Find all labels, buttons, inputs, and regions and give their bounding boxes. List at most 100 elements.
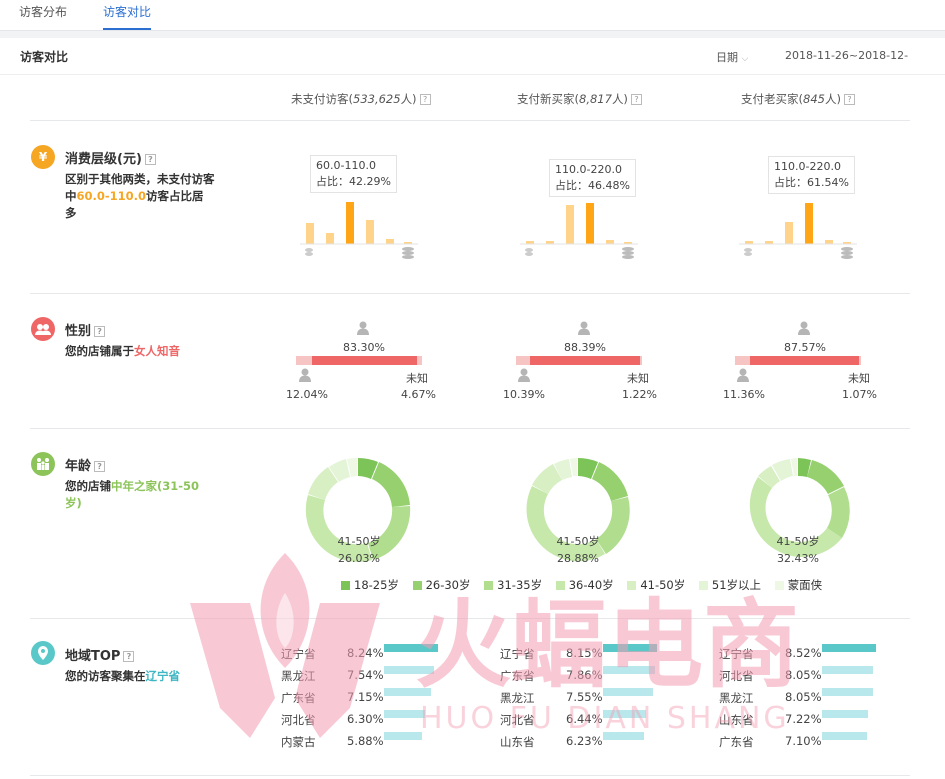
desc-highlight: 辽宁省 xyxy=(145,669,181,683)
tooltip-ratio: 占比：46.48% xyxy=(555,179,630,192)
bar xyxy=(566,205,574,244)
male-icon xyxy=(299,368,311,382)
help-icon[interactable]: ? xyxy=(843,94,855,105)
region-value: 7.15% xyxy=(347,690,384,704)
region-bar xyxy=(603,688,653,696)
divider xyxy=(30,428,910,429)
region-row: 河北省 6.44% xyxy=(500,712,603,728)
gender-bar xyxy=(735,356,861,365)
region-bar xyxy=(603,710,646,718)
date-selector[interactable]: 日期 ⌵ xyxy=(716,49,748,65)
legend-item[interactable]: 36-40岁 xyxy=(555,577,614,593)
region-bar xyxy=(822,710,868,718)
donut-center-label: 41-50岁 xyxy=(337,535,381,548)
female-percent: 87.57% xyxy=(784,341,826,354)
legend-swatch xyxy=(341,581,350,590)
gender-bar-female xyxy=(312,356,417,365)
legend-label: 51岁以上 xyxy=(711,578,762,592)
tab-bar: 访客分布 访客对比 xyxy=(0,0,945,31)
donut-slice xyxy=(596,497,630,554)
region-value: 8.15% xyxy=(566,646,603,660)
family-glyph xyxy=(37,458,49,470)
legend-label: 41-50岁 xyxy=(640,578,686,592)
region-row: 内蒙古 5.88% xyxy=(281,734,384,750)
legend-item[interactable]: 41-50岁 xyxy=(627,577,685,593)
legend-label: 18-25岁 xyxy=(354,578,399,592)
bar-highlight xyxy=(586,203,594,244)
region-bar xyxy=(384,732,422,740)
tooltip-range: 60.0-110.0 xyxy=(316,159,376,172)
male-icon xyxy=(737,368,749,382)
help-icon[interactable]: ? xyxy=(94,461,106,472)
legend-swatch xyxy=(774,581,784,590)
region-row: 广东省 7.15% xyxy=(281,690,384,706)
legend-item[interactable]: 26-30岁 xyxy=(412,577,471,593)
section-title-text: 年龄 xyxy=(65,459,92,474)
region-bar xyxy=(603,666,655,674)
unknown-percent: 4.67% xyxy=(401,388,436,401)
panel-header: 访客对比 日期 ⌵ 2018-11-26~2018-12- xyxy=(0,38,945,75)
column-label: 支付老买家( xyxy=(741,92,803,106)
region-row: 辽宁省 8.52% xyxy=(719,646,822,662)
chevron-down-icon: ⌵ xyxy=(741,54,749,64)
unknown-percent: 1.22% xyxy=(622,388,657,401)
region-name: 广东省 xyxy=(281,691,316,705)
region-name: 黑龙江 xyxy=(281,669,316,683)
legend-label: 31-35岁 xyxy=(497,578,543,592)
legend-item[interactable]: 31-35岁 xyxy=(484,577,542,593)
legend-swatch xyxy=(698,581,708,590)
gender-bar-female xyxy=(750,356,859,365)
users-glyph xyxy=(35,324,51,335)
region-desc: 您的访客聚集在辽宁省 xyxy=(65,668,265,685)
legend-item[interactable]: 51岁以上 xyxy=(698,577,762,593)
panel-title: 访客对比 xyxy=(20,50,69,64)
coins-icon xyxy=(622,247,634,259)
divider xyxy=(30,775,910,776)
bar xyxy=(306,223,314,244)
region-value: 7.22% xyxy=(785,712,822,726)
help-icon[interactable]: ? xyxy=(144,154,156,165)
region-bar xyxy=(822,666,873,674)
region-row: 山东省 7.22% xyxy=(719,712,822,728)
region-bar xyxy=(603,644,657,652)
help-icon[interactable]: ? xyxy=(630,94,642,105)
bar-highlight xyxy=(346,202,354,244)
legend-item[interactable]: 18-25岁 xyxy=(341,577,399,593)
column-suffix: 人) xyxy=(611,92,628,106)
region-name: 广东省 xyxy=(719,735,754,749)
tab-visitor-distribution[interactable]: 访客分布 xyxy=(19,0,67,31)
male-percent: 12.04% xyxy=(286,388,328,401)
donut-slice xyxy=(526,486,605,562)
region-value: 8.05% xyxy=(785,690,822,704)
column-header-unpaid: 未支付访客(533,625人)? xyxy=(291,91,431,107)
location-pin-icon xyxy=(31,641,55,665)
unknown-label: 未知 xyxy=(406,372,428,385)
help-icon[interactable]: ? xyxy=(419,94,431,105)
desc-highlight: 女人知音 xyxy=(134,344,180,358)
region-row: 河北省 6.30% xyxy=(281,712,384,728)
coins-icon xyxy=(402,247,414,259)
donut-center-label: 41-50岁 xyxy=(556,535,600,548)
donut-slice xyxy=(807,460,844,494)
help-icon[interactable]: ? xyxy=(94,326,106,337)
region-value: 8.24% xyxy=(347,646,384,660)
help-icon[interactable]: ? xyxy=(123,651,135,662)
region-value: 8.52% xyxy=(785,646,822,660)
gender-bar-unknown xyxy=(417,356,422,365)
region-name: 黑龙江 xyxy=(500,691,535,705)
gender-bar-unknown xyxy=(640,356,642,365)
legend-item[interactable]: 蒙面侠 xyxy=(774,577,822,593)
tab-visitor-comparison[interactable]: 访客对比 xyxy=(103,0,152,31)
bar xyxy=(785,222,793,244)
consumption-tooltip: 60.0-110.0 占比：42.29% xyxy=(310,155,397,193)
tooltip-ratio: 占比：61.54% xyxy=(774,176,849,189)
donut-center-label: 41-50岁 xyxy=(776,535,820,548)
donut-center-value: 32.43% xyxy=(777,552,819,565)
column-count: 8,817 xyxy=(579,92,612,106)
region-bar xyxy=(822,644,876,652)
region-name: 河北省 xyxy=(281,713,316,727)
desc-text: 您的店铺属于 xyxy=(65,344,134,358)
gender-bar-male xyxy=(296,356,312,365)
region-row: 广东省 7.86% xyxy=(500,668,603,684)
gender-bar xyxy=(516,356,642,365)
